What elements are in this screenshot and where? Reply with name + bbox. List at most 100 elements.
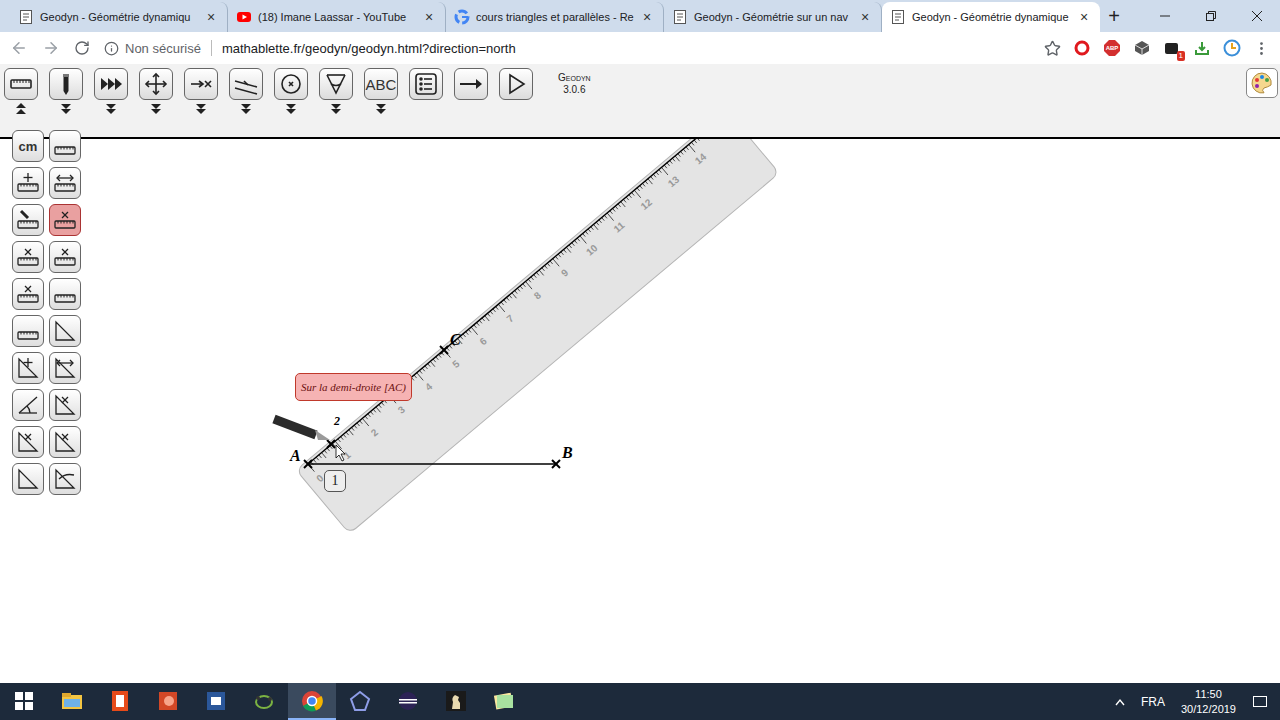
tool-button[interactable] bbox=[49, 68, 83, 100]
palette-button[interactable] bbox=[12, 389, 44, 421]
ruler-mark-icon bbox=[16, 245, 40, 269]
clock-extension[interactable] bbox=[1223, 39, 1241, 57]
start-button[interactable] bbox=[0, 683, 48, 720]
taskbar-app[interactable] bbox=[144, 683, 192, 720]
taskbar-app[interactable] bbox=[480, 683, 528, 720]
browser-tab[interactable]: cours triangles et parallèles - Re× bbox=[446, 2, 664, 32]
point[interactable]: 2 bbox=[327, 414, 340, 448]
notification-icon[interactable] bbox=[1252, 694, 1268, 710]
tab-close-button[interactable]: × bbox=[857, 9, 873, 25]
color-palette-button[interactable] bbox=[1246, 68, 1278, 98]
canvas-area[interactable]: 01234567891011121314ABC2cmSur la demi-dr… bbox=[0, 139, 1280, 683]
tab-close-button[interactable]: × bbox=[421, 9, 437, 25]
puzzle-extension[interactable]: 1 bbox=[1163, 39, 1181, 57]
close-window-button[interactable] bbox=[1234, 0, 1280, 32]
palette-button[interactable] bbox=[49, 130, 81, 162]
url-field[interactable]: Non sécurisémathablette.fr/geodyn/geodyn… bbox=[104, 40, 1030, 56]
tool-button[interactable]: ABC bbox=[364, 68, 398, 100]
palette-button[interactable] bbox=[12, 204, 44, 236]
tab-close-button[interactable]: × bbox=[639, 9, 655, 25]
cube-extension[interactable] bbox=[1133, 39, 1151, 57]
palette-button[interactable] bbox=[12, 463, 44, 495]
segment-ab[interactable] bbox=[308, 463, 556, 464]
expand-icon[interactable] bbox=[105, 103, 117, 115]
palette-button[interactable]: cm bbox=[12, 130, 44, 162]
minimize-button[interactable] bbox=[1142, 0, 1188, 32]
tool-button[interactable] bbox=[319, 68, 353, 100]
taskbar-app[interactable] bbox=[192, 683, 240, 720]
pencil-icon[interactable] bbox=[274, 419, 330, 440]
taskbar-app[interactable] bbox=[288, 683, 336, 720]
taskbar-app[interactable] bbox=[96, 683, 144, 720]
palette-button[interactable] bbox=[12, 278, 44, 310]
palette-button[interactable] bbox=[49, 426, 81, 458]
expand-icon[interactable] bbox=[285, 103, 297, 115]
palette-button[interactable] bbox=[12, 426, 44, 458]
ray-ac[interactable] bbox=[308, 139, 768, 464]
tool-button[interactable] bbox=[94, 68, 128, 100]
download-extension[interactable] bbox=[1193, 39, 1211, 57]
palette-button[interactable] bbox=[49, 389, 81, 421]
tool-button[interactable] bbox=[4, 68, 38, 100]
page-icon bbox=[18, 9, 34, 25]
palette-button[interactable] bbox=[12, 167, 44, 199]
palette-button[interactable] bbox=[49, 167, 81, 199]
geometry-canvas[interactable]: 01234567891011121314A B C 2 bbox=[0, 139, 1280, 687]
palette-button[interactable] bbox=[49, 315, 81, 347]
taskbar-app[interactable] bbox=[432, 683, 480, 720]
tool-button[interactable] bbox=[499, 68, 533, 100]
palette-button[interactable] bbox=[12, 352, 44, 384]
taskbar-app[interactable] bbox=[48, 683, 96, 720]
restore-button[interactable] bbox=[1188, 0, 1234, 32]
tray-chevron-icon[interactable] bbox=[1115, 698, 1125, 706]
point[interactable]: A bbox=[289, 447, 312, 468]
ruler-mark: 5 bbox=[450, 358, 462, 370]
palette-button[interactable] bbox=[49, 352, 81, 384]
palette-button[interactable] bbox=[12, 241, 44, 273]
tool-button[interactable] bbox=[229, 68, 263, 100]
browser-tab[interactable]: (18) Imane Laassar - YouTube× bbox=[228, 2, 446, 32]
tool-button[interactable] bbox=[274, 68, 308, 100]
palette-button[interactable] bbox=[12, 315, 44, 347]
collapse-icon[interactable] bbox=[15, 103, 27, 115]
palette-button[interactable] bbox=[49, 463, 81, 495]
new-tab-button[interactable]: + bbox=[1100, 0, 1128, 32]
expand-icon[interactable] bbox=[60, 103, 72, 115]
taskbar-app[interactable] bbox=[336, 683, 384, 720]
taskbar-app[interactable] bbox=[384, 683, 432, 720]
adblock-extension[interactable]: ABP bbox=[1103, 39, 1121, 57]
url-text: mathablette.fr/geodyn/geodyn.html?direct… bbox=[222, 41, 516, 56]
expand-icon[interactable] bbox=[240, 103, 252, 115]
taskbar-app[interactable] bbox=[240, 683, 288, 720]
point[interactable]: B bbox=[552, 444, 573, 468]
tool-button[interactable] bbox=[139, 68, 173, 100]
forward-icon[interactable] bbox=[42, 39, 60, 57]
ruler[interactable]: 01234567891011121314 bbox=[296, 139, 779, 534]
expand-icon[interactable] bbox=[150, 103, 162, 115]
opera-extension[interactable] bbox=[1073, 39, 1091, 57]
point[interactable]: C bbox=[440, 331, 461, 354]
star-icon[interactable] bbox=[1044, 40, 1061, 57]
info-icon[interactable] bbox=[104, 41, 119, 56]
expand-icon[interactable] bbox=[375, 103, 387, 115]
expand-icon[interactable] bbox=[330, 103, 342, 115]
reload-icon[interactable] bbox=[74, 40, 90, 56]
ruler-resize-icon bbox=[53, 171, 77, 195]
menu-icon[interactable] bbox=[1253, 40, 1270, 57]
language-indicator[interactable]: FRA bbox=[1141, 695, 1165, 709]
clock[interactable]: 11:5030/12/2019 bbox=[1181, 687, 1236, 717]
browser-tab[interactable]: Geodyn - Géométrie sur un nav× bbox=[664, 2, 882, 32]
palette-button[interactable] bbox=[49, 241, 81, 273]
browser-tab[interactable]: Geodyn - Géométrie dynamique × bbox=[882, 2, 1100, 32]
tab-close-button[interactable]: × bbox=[1076, 9, 1092, 25]
tool-button[interactable] bbox=[409, 68, 443, 100]
back-icon[interactable] bbox=[10, 39, 28, 57]
expand-icon[interactable] bbox=[195, 103, 207, 115]
palette-button[interactable] bbox=[49, 204, 81, 236]
tab-close-button[interactable]: × bbox=[203, 9, 219, 25]
browser-tab[interactable]: Geodyn - Géométrie dynamiqu× bbox=[10, 2, 228, 32]
palette-button[interactable] bbox=[49, 278, 81, 310]
tool-button[interactable] bbox=[454, 68, 488, 100]
tab-title: Geodyn - Géométrie dynamique bbox=[912, 11, 1070, 23]
tool-button[interactable] bbox=[184, 68, 218, 100]
